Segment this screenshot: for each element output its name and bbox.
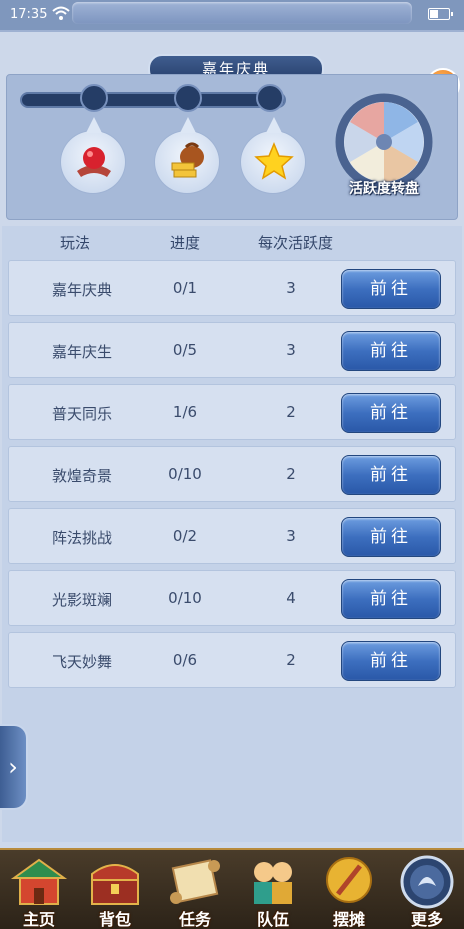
activity-name: 嘉年庆生 [51,343,112,361]
more-icon [400,855,454,909]
go-button[interactable]: 前往 [341,579,441,619]
red-ball-icon [77,147,111,177]
side-expand-tab[interactable]: › [0,724,28,810]
reward-bubble-3[interactable] [240,117,306,194]
activity-points: 2 [286,403,296,421]
header-progress: 进度 [170,234,201,252]
activity-points: 2 [286,651,296,669]
nav-bag-label: 背包 [98,910,131,929]
table-row: 光影斑斓 0/10 4 前往 [8,570,456,626]
table-row: 飞天妙舞 0/6 2 前往 [8,632,456,688]
header-name: 玩法 [60,234,91,252]
nav-home-label: 主页 [22,910,55,929]
activity-points: 3 [286,279,296,297]
scroll-icon [170,859,220,904]
activity-progress: 0/6 [172,651,198,669]
go-button[interactable]: 前往 [341,269,441,309]
team-icon [254,862,292,904]
nav-quest[interactable]: 任务 [160,854,230,929]
table-row: 嘉年庆典 0/1 3 前往 [8,260,456,316]
wifi-icon [52,6,70,20]
progress-node-1 [80,84,108,112]
nav-more[interactable]: 更多 [392,854,462,929]
activity-points: 4 [286,589,296,607]
wheel-label[interactable]: 活跃度转盘 [324,178,444,198]
activity-points: 3 [286,527,296,545]
activity-progress: 0/5 [172,341,198,359]
activity-progress: 1/6 [172,403,198,421]
activity-progress: 0/10 [168,465,202,483]
status-bar: 17:35 [0,0,464,30]
activity-name: 阵法挑战 [51,529,112,547]
table-row: 嘉年庆生 0/5 3 前往 [8,322,456,378]
status-time: 17:35 [10,7,48,22]
top-banner [72,2,412,24]
activity-progress: 0/10 [168,589,202,607]
go-button[interactable]: 前往 [341,641,441,681]
table-row: 普天同乐 1/6 2 前往 [8,384,456,440]
activity-progress: 0/1 [172,279,198,297]
nav-stall-label: 摆摊 [332,910,365,929]
header-points: 每次活跃度 [258,234,334,252]
gold-bag-icon [171,142,204,178]
stall-icon [326,857,372,903]
activity-progress-track [20,92,286,108]
nav-quest-label: 任务 [178,910,211,929]
activity-progress: 0/2 [172,527,198,545]
nav-team-label: 队伍 [256,910,289,929]
activity-name: 敦煌奇景 [51,467,112,485]
activity-name: 飞天妙舞 [51,653,112,671]
reward-bubble-2[interactable] [154,117,220,194]
activity-name: 嘉年庆典 [51,281,112,299]
activity-points: 2 [286,465,296,483]
star-icon [254,142,294,180]
progress-node-3 [256,84,284,112]
home-icon [10,858,68,905]
go-button[interactable]: 前往 [341,455,441,495]
activity-points: 3 [286,341,296,359]
go-button[interactable]: 前往 [341,393,441,433]
activity-name: 光影斑斓 [51,591,112,609]
nav-bag[interactable]: 背包 [80,854,150,929]
progress-node-2 [174,84,202,112]
nav-home[interactable]: 主页 [4,854,74,929]
reward-bubble-1[interactable] [60,117,126,194]
bag-icon [91,864,139,905]
nav-team[interactable]: 队伍 [238,854,308,929]
go-button[interactable]: 前往 [341,331,441,371]
table-row: 阵法挑战 0/2 3 前往 [8,508,456,564]
activity-name: 普天同乐 [51,405,112,423]
nav-stall[interactable]: 摆摊 [314,854,384,929]
nav-more-label: 更多 [410,910,443,929]
battery-icon [428,8,453,20]
go-button[interactable]: 前往 [341,517,441,557]
table-row: 敦煌奇景 0/10 2 前往 [8,446,456,502]
